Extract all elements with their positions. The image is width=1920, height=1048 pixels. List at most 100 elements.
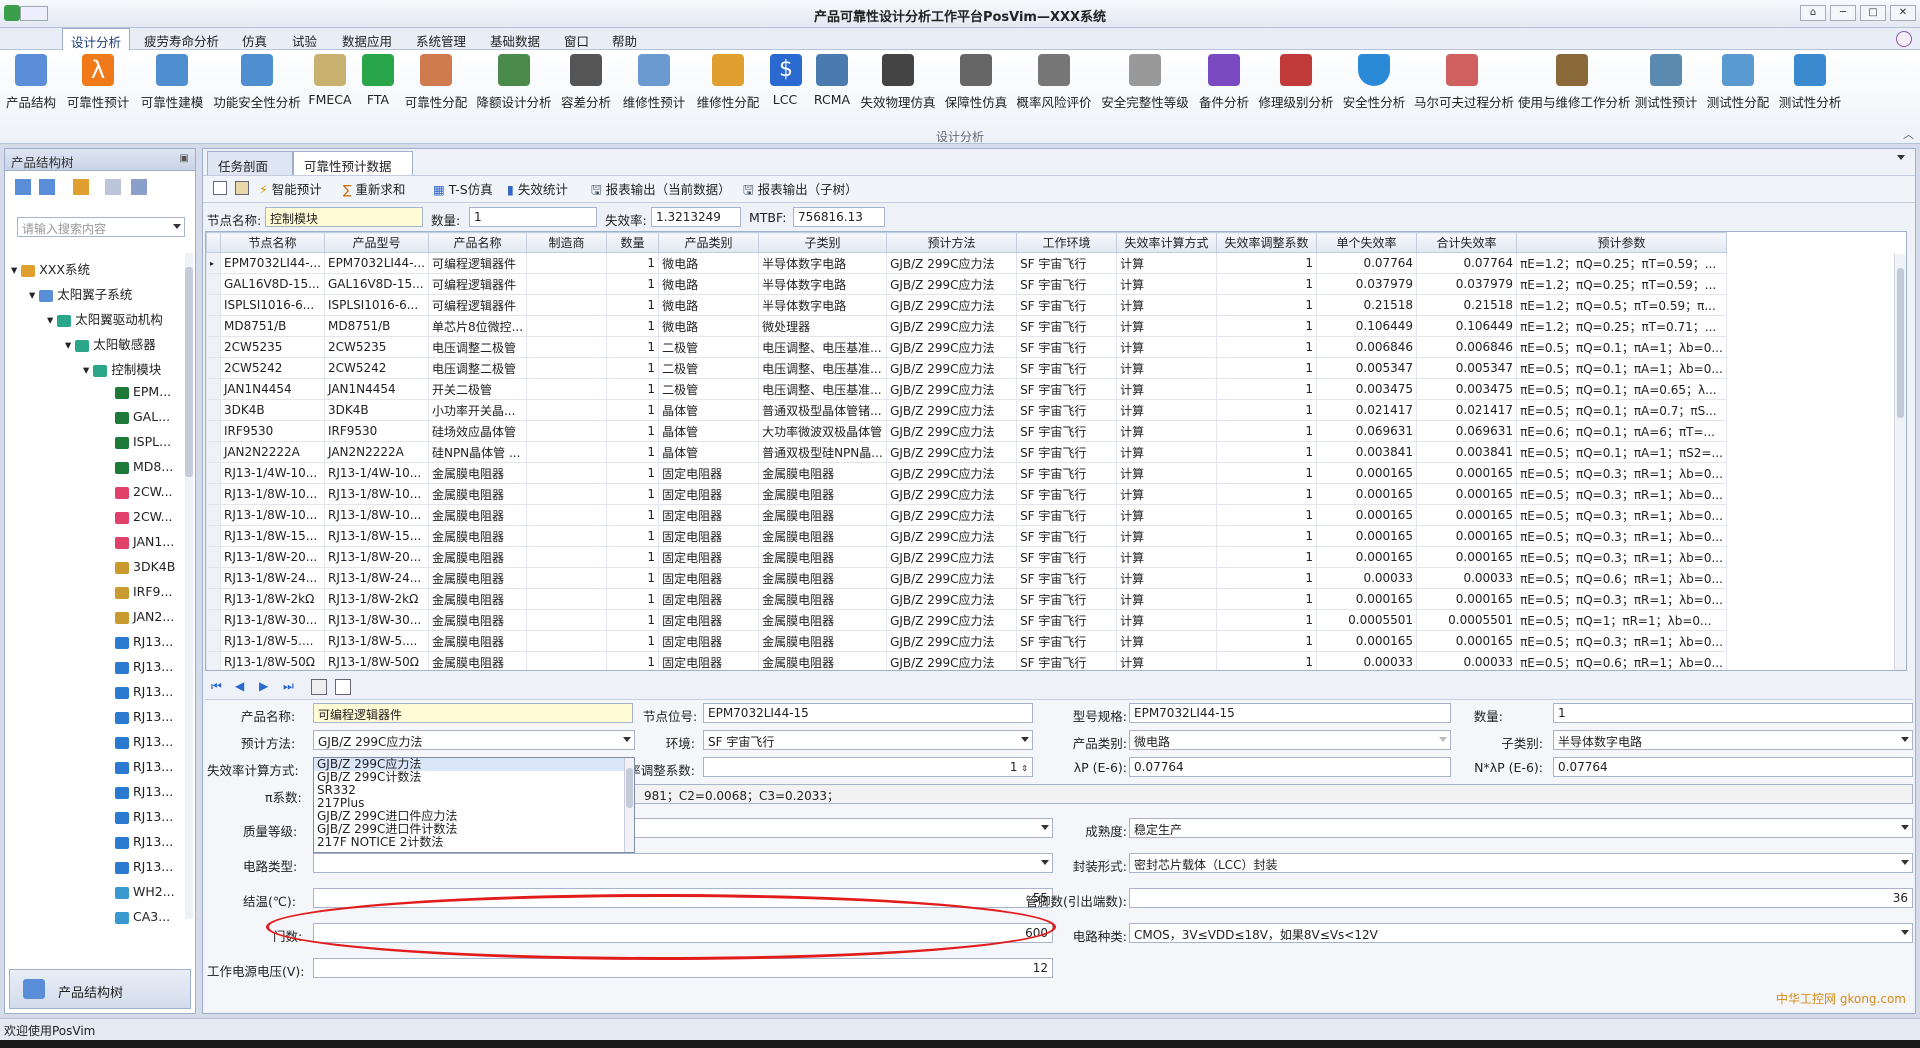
prediction-grid[interactable]: 节点名称 产品型号 产品名称 制造商 数量 产品类别 子类别 预计方法 工作环境 失效率计算方式失… [205, 231, 1907, 671]
table-cell[interactable]: 1 [1216, 399, 1318, 421]
table-row[interactable]: RJ13-1/8W-15... RJ13-1/8W-15... 金属膜电阻器 1 固定电… [206, 525, 1727, 547]
table-cell[interactable]: 2CW5235 [220, 336, 325, 358]
table-cell[interactable]: 1 [606, 630, 660, 652]
table-cell[interactable]: 0.00033 [1416, 651, 1518, 670]
table-cell[interactable]: 1 [1216, 378, 1318, 400]
table-row[interactable]: ISPLSI1016-6... ISPLSI1016-6... 可编程逻辑器件 1 微电… [206, 294, 1727, 316]
qty-field[interactable]: 1 [469, 207, 597, 227]
smart-predict-button[interactable]: ⚡ 智能预计 [259, 179, 322, 198]
table-cell[interactable]: 1 [1216, 336, 1318, 358]
table-cell[interactable]: RJ13-1/8W-2kΩ [220, 588, 325, 610]
table-cell[interactable]: 0.006846 [1416, 336, 1518, 358]
table-cell[interactable]: SF 宇宙飞行 [1016, 420, 1118, 442]
table-row[interactable]: RJ13-1/8W-2kΩ RJ13-1/8W-2kΩ 金属膜电阻器 1 固定电阻器 金属… [206, 588, 1727, 610]
table-cell[interactable]: 1 [606, 399, 660, 421]
table-cell[interactable]: 固定电阻器 [658, 462, 760, 484]
table-cell[interactable]: 普通双极型晶体管锗... [758, 399, 888, 421]
table-cell[interactable]: 计算 [1116, 609, 1218, 631]
table-cell[interactable]: πE=0.6；πQ=0.1；πA=6；πT=... [1516, 420, 1727, 442]
spinner-icon[interactable]: ⇕ [1021, 764, 1028, 773]
table-cell[interactable]: 1 [606, 525, 660, 547]
table-cell[interactable]: SF 宇宙飞行 [1016, 441, 1118, 463]
table-cell[interactable]: 1 [606, 273, 660, 295]
dropdown-scrollbar[interactable] [624, 758, 634, 852]
table-cell[interactable] [526, 651, 608, 670]
table-cell[interactable] [526, 525, 608, 547]
ribbon-btn-test-predict[interactable]: 测试性预计 [1634, 54, 1698, 111]
menu-data-app[interactable]: 数据应用 [342, 31, 392, 50]
table-cell[interactable]: 0.000165 [1316, 525, 1418, 547]
table-row[interactable]: RJ13-1/4W-10... RJ13-1/4W-10... 金属膜电阻器 1 固定电… [206, 462, 1727, 484]
table-cell[interactable]: 0.003841 [1316, 441, 1418, 463]
table-cell[interactable]: GJB/Z 299C应力法 [886, 609, 1018, 631]
table-cell[interactable]: 计算 [1116, 336, 1218, 358]
ribbon-btn-sil[interactable]: 安全完整性等级 [1100, 54, 1190, 111]
table-cell[interactable]: 电压调整、电压基准... [758, 336, 888, 358]
tree-leaf[interactable]: WH2... [115, 884, 175, 899]
table-cell[interactable]: 电压调整二极管 [427, 357, 528, 379]
ribbon-btn-test-alloc[interactable]: 测试性分配 [1706, 54, 1770, 111]
column-header[interactable]: 单个失效率 [1316, 232, 1418, 253]
collapse-ribbon-icon[interactable]: ︿ [1903, 126, 1914, 142]
table-cell[interactable]: 金属膜电阻器 [758, 462, 888, 484]
table-cell[interactable]: 金属膜电阻器 [427, 525, 528, 547]
table-cell[interactable]: 金属膜电阻器 [427, 504, 528, 526]
table-cell[interactable]: 1 [606, 294, 660, 316]
menu-design-analysis[interactable]: 设计分析 [62, 28, 131, 51]
table-cell[interactable]: SF 宇宙飞行 [1016, 336, 1118, 358]
table-cell[interactable]: 3DK4B [323, 399, 429, 421]
table-cell[interactable]: 0.000165 [1316, 630, 1418, 652]
table-cell[interactable] [526, 546, 608, 568]
table-cell[interactable]: 0.021417 [1316, 399, 1418, 421]
table-cell[interactable]: 固定电阻器 [658, 651, 760, 670]
tab-reliability-data[interactable]: 可靠性预计数据 ✕ [293, 151, 413, 190]
ts-sim-button[interactable]: ▦ T-S仿真 [433, 179, 493, 198]
tree-leaf[interactable]: MD8... [115, 459, 173, 474]
table-cell[interactable]: 计算 [1116, 315, 1218, 337]
table-cell[interactable]: 微电路 [658, 294, 760, 316]
table-row[interactable]: RJ13-1/8W-30... RJ13-1/8W-30... 金属膜电阻器 1 固定电… [206, 609, 1727, 631]
table-cell[interactable]: SF 宇宙飞行 [1016, 630, 1118, 652]
table-cell[interactable]: 计算 [1116, 378, 1218, 400]
table-cell[interactable] [526, 609, 608, 631]
tree-scrollbar[interactable] [185, 253, 193, 919]
pins-field[interactable]: 36 [1129, 888, 1913, 908]
table-cell[interactable]: 0.00033 [1316, 651, 1418, 670]
subcategory-select[interactable]: 半导体数字电路 [1553, 730, 1913, 750]
table-cell[interactable]: RJ13-1/8W-24... [323, 567, 429, 589]
table-cell[interactable]: GJB/Z 299C应力法 [886, 315, 1018, 337]
table-row[interactable]: RJ13-1/8W-5.... RJ13-1/8W-5.... 金属膜电阻器 1 固定电… [206, 630, 1727, 652]
table-cell[interactable]: SF 宇宙飞行 [1016, 483, 1118, 505]
table-cell[interactable]: IRF9530 [220, 420, 325, 442]
table-cell[interactable] [526, 462, 608, 484]
column-header[interactable]: 合计失效率 [1416, 232, 1518, 253]
table-cell[interactable]: 0.00033 [1416, 567, 1518, 589]
last-record-icon[interactable]: ⏭ [283, 679, 299, 695]
mtbf-field[interactable]: 756816.13 [793, 207, 885, 227]
table-cell[interactable]: 计算 [1116, 420, 1218, 442]
table-cell[interactable]: GJB/Z 299C应力法 [886, 378, 1018, 400]
calculator-icon[interactable] [311, 679, 327, 695]
table-cell[interactable]: RJ13-1/8W-50Ω [323, 651, 429, 670]
table-cell[interactable]: 计算 [1116, 462, 1218, 484]
menu-window[interactable]: 窗口 [564, 31, 589, 50]
table-cell[interactable]: 1 [1216, 357, 1318, 379]
table-cell[interactable]: GJB/Z 299C应力法 [886, 504, 1018, 526]
edit-icon[interactable] [73, 179, 89, 195]
table-cell[interactable]: 0.003475 [1316, 378, 1418, 400]
table-cell[interactable]: RJ13-1/8W-24... [220, 567, 325, 589]
ribbon-btn-spares[interactable]: 备件分析 [1198, 54, 1250, 111]
table-cell[interactable]: 1 [606, 483, 660, 505]
table-row[interactable]: RJ13-1/8W-50Ω RJ13-1/8W-50Ω 金属膜电阻器 1 固定电阻器 金属… [206, 651, 1727, 670]
tree-leaf[interactable]: RJ13... [115, 634, 173, 649]
maturity-select[interactable]: 稳定生产 [1129, 818, 1913, 838]
tree-leaf[interactable]: IRF9... [115, 584, 172, 599]
spec-field[interactable]: EPM7032LI44-15 [1129, 703, 1451, 723]
minimize-button[interactable]: ─ [1830, 5, 1856, 21]
table-cell[interactable]: 微处理器 [758, 315, 888, 337]
menu-test[interactable]: 试验 [292, 31, 317, 50]
table-cell[interactable]: RJ13-1/8W-10... [220, 504, 325, 526]
table-cell[interactable]: 计算 [1116, 273, 1218, 295]
nlambda-field[interactable]: 0.07764 [1553, 757, 1913, 777]
table-cell[interactable] [526, 588, 608, 610]
